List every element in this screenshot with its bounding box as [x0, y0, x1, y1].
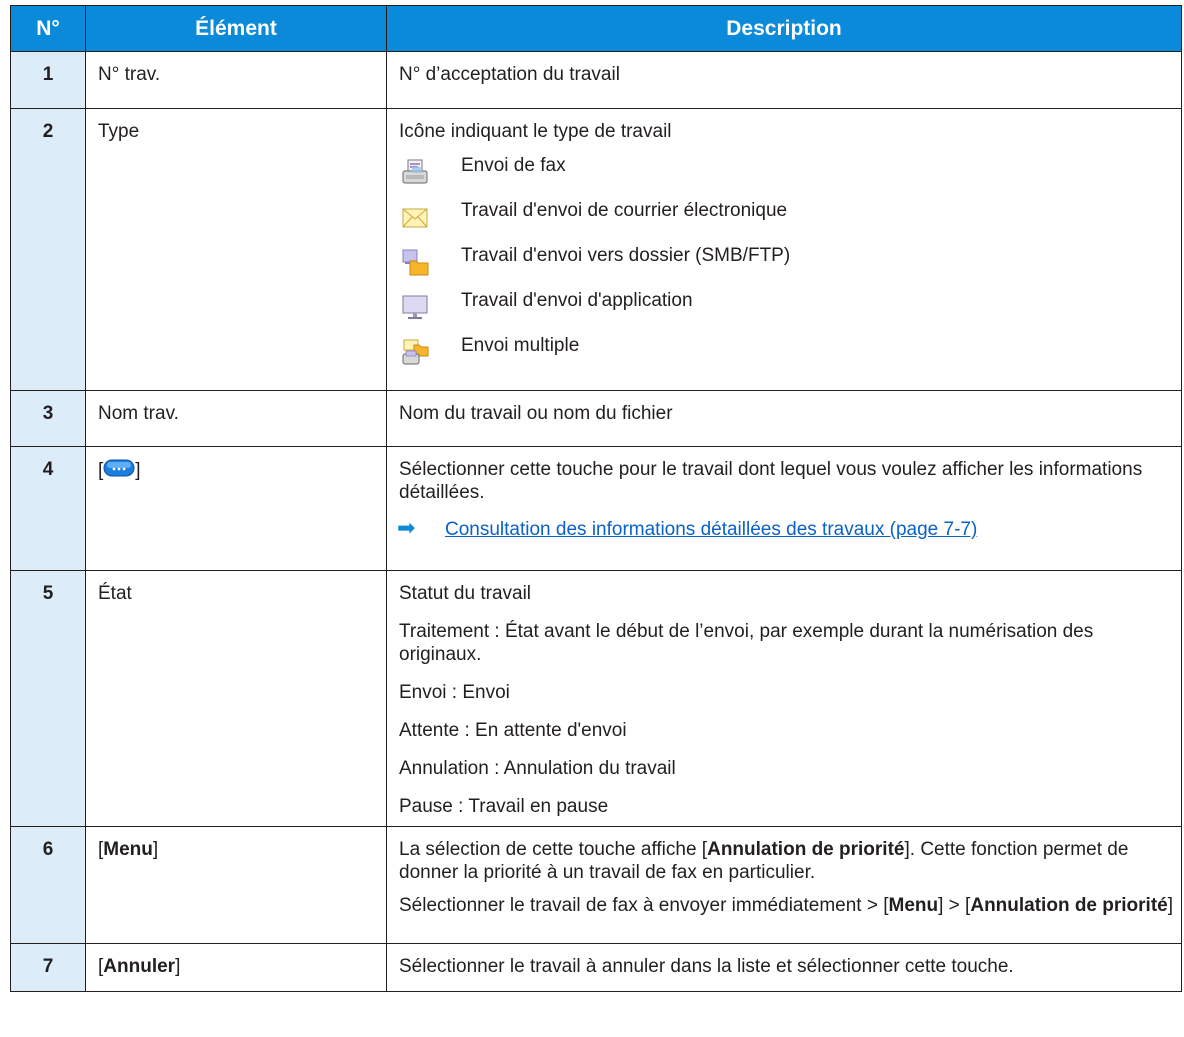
- details-button-icon: [103, 458, 135, 484]
- folder-icon: [399, 246, 431, 278]
- row-element: []: [85, 446, 387, 571]
- row-number: 6: [10, 826, 86, 944]
- type-item: Travail d'envoi vers dossier (SMB/FTP): [399, 239, 1173, 284]
- row-description: La sélection de cette touche affiche [An…: [386, 826, 1182, 944]
- row-description: Sélectionner le travail à annuler dans l…: [386, 943, 1182, 992]
- description-text: Statut du travail: [399, 583, 532, 604]
- email-icon: [399, 201, 431, 233]
- description-text: N° d’acceptation du travail: [399, 64, 620, 85]
- multi-send-icon: [399, 336, 431, 368]
- row-number: 4: [10, 446, 86, 571]
- row-element: Nom trav.: [85, 390, 387, 447]
- row-element: [Menu]: [85, 826, 387, 944]
- row-element: Type: [85, 108, 387, 391]
- row-element: [Annuler]: [85, 943, 387, 992]
- table-row: 1 N° trav. N° d’acceptation du travail: [10, 51, 1182, 109]
- row-number: 7: [10, 943, 86, 992]
- type-item: Envoi de fax: [399, 149, 1173, 194]
- table-row: 7 [Annuler] Sélectionner le travail à an…: [10, 943, 1182, 992]
- row-number: 5: [10, 570, 86, 827]
- menu-key-label: Menu: [103, 839, 153, 860]
- reference-link[interactable]: Consultation des informations détaillées…: [445, 519, 977, 540]
- header-description: Description: [386, 5, 1182, 52]
- application-monitor-icon: [399, 291, 431, 323]
- type-item: Travail d'envoi de courrier électronique: [399, 194, 1173, 239]
- description-text: Sélectionner le travail à annuler dans l…: [399, 956, 1014, 977]
- description-text: Attente : En attente d'envoi: [399, 720, 627, 741]
- row-element: N° trav.: [85, 51, 387, 109]
- row-number: 1: [10, 51, 86, 109]
- row-element: État: [85, 570, 387, 827]
- cancel-key-label: Annuler: [103, 956, 176, 977]
- description-text: Envoi : Envoi: [399, 682, 510, 703]
- header-number: N°: [10, 5, 86, 52]
- description-text: Annulation : Annulation du travail: [399, 758, 676, 779]
- table-row: 2 Type Icône indiquant le type de travai…: [10, 108, 1182, 391]
- type-item: Envoi multiple: [399, 329, 1173, 374]
- row-description: N° d’acceptation du travail: [386, 51, 1182, 109]
- bracket-close: ]: [135, 460, 141, 481]
- description-text: La sélection de cette touche affiche [An…: [399, 839, 1129, 883]
- type-label: Travail d'envoi vers dossier (SMB/FTP): [461, 245, 791, 266]
- description-text: Nom du travail ou nom du fichier: [399, 403, 673, 424]
- row-description: Statut du travail Traitement : État avan…: [386, 570, 1182, 827]
- description-text: Sélectionner cette touche pour le travai…: [399, 459, 1143, 503]
- type-label: Envoi de fax: [461, 155, 566, 176]
- description-text: Sélectionner le travail de fax à envoyer…: [399, 895, 1174, 916]
- table-row: 4 [] Sélectionner cette touche pour le t…: [10, 446, 1182, 571]
- row-number: 3: [10, 390, 86, 447]
- arrow-right-icon: ➡: [397, 515, 416, 540]
- fax-send-icon: [399, 156, 431, 188]
- row-description: Icône indiquant le type de travail Envoi…: [386, 108, 1182, 391]
- table-row: 5 État Statut du travail Traitement : Ét…: [10, 570, 1182, 827]
- type-label: Travail d'envoi de courrier électronique: [461, 200, 788, 221]
- description-text: Traitement : État avant le début de l’en…: [399, 621, 1094, 665]
- type-item: Travail d'envoi d'application: [399, 284, 1173, 329]
- reference-link-line: ➡ Consultation des informations détaillée…: [397, 515, 1173, 541]
- row-description: Sélectionner cette touche pour le travai…: [386, 446, 1182, 571]
- element-description-table: N° Élément Description 1 N° trav. N° d’a…: [10, 5, 1182, 992]
- table-header-row: N° Élément Description: [10, 5, 1182, 52]
- description-text: Pause : Travail en pause: [399, 796, 609, 817]
- type-label: Travail d'envoi d'application: [461, 290, 693, 311]
- type-label: Envoi multiple: [461, 335, 580, 356]
- row-number: 2: [10, 108, 86, 391]
- row-description: Nom du travail ou nom du fichier: [386, 390, 1182, 447]
- table-row: 6 [Menu] La sélection de cette touche af…: [10, 826, 1182, 944]
- table-row: 3 Nom trav. Nom du travail ou nom du fic…: [10, 390, 1182, 447]
- header-element: Élément: [85, 5, 387, 52]
- description-text: Icône indiquant le type de travail: [399, 121, 672, 142]
